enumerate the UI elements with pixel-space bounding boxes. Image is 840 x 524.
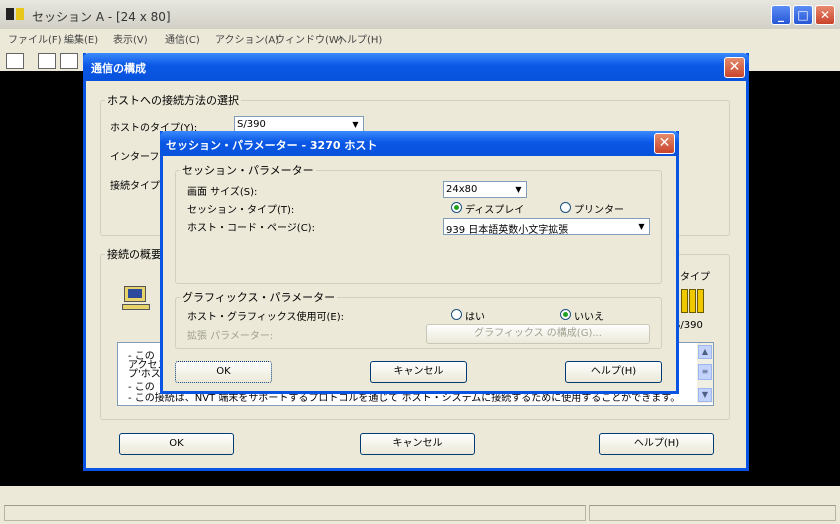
host-type-value: S/390 [237, 119, 266, 130]
screen-size-label: 画面 サイズ(S): [187, 187, 258, 198]
menu-view[interactable]: 表示(V) [113, 31, 148, 46]
menu-action[interactable]: アクション(A) [215, 31, 279, 46]
scroll-up-icon[interactable]: ▲ [698, 345, 712, 359]
status-cell-main [4, 505, 586, 521]
display-icon[interactable] [6, 53, 24, 69]
graphics-yes-radio[interactable] [451, 309, 462, 320]
window-close-button[interactable]: ✕ [815, 5, 835, 25]
menu-window[interactable]: ウィンドウ(W) [275, 31, 343, 46]
connection-type-label: 接続タイプ [110, 181, 160, 192]
session-params-close-button[interactable]: ✕ [654, 133, 675, 154]
chevron-down-icon: ▼ [635, 220, 648, 233]
session-params-title-bar: セッション・パラメーター - 3270 ホスト ✕ [160, 131, 679, 156]
screen-size-dropdown[interactable]: 24x80 ▼ [443, 181, 527, 198]
computer-icon [122, 286, 150, 312]
graphics-no-radio[interactable] [560, 309, 571, 320]
session-type-label: セッション・タイプ(T): [187, 205, 295, 216]
menu-communication[interactable]: 通信(C) [165, 31, 200, 46]
menu-edit[interactable]: 編集(E) [64, 31, 98, 46]
menu-bar: ファイル(F) 編集(E) 表示(V) 通信(C) アクション(A) ウィンドウ… [0, 29, 840, 47]
session-cancel-button[interactable]: キャンセル [370, 361, 467, 383]
code-page-dropdown[interactable]: 939 日本語英数小文字拡張 ▼ [443, 218, 650, 236]
connection-summary-legend: 接続の概要 [107, 248, 162, 261]
copy-icon[interactable] [38, 53, 56, 69]
graphics-yes-label[interactable]: はい [465, 308, 485, 323]
chevron-down-icon: ▼ [349, 118, 362, 131]
host-graphics-label: ホスト・グラフィックス使用可(E): [187, 312, 344, 323]
config-dialog-close-button[interactable]: ✕ [724, 57, 745, 78]
config-dialog-title-bar: 通信の構成 ✕ [83, 53, 749, 81]
session-params-legend: セッション・パラメーター [182, 164, 314, 177]
code-page-label: ホスト・コード・ページ(C): [187, 223, 315, 234]
configure-graphics-button[interactable]: グラフィックス の構成(G)... [426, 324, 650, 344]
host-connection-legend: ホストへの接続方法の選択 [107, 94, 239, 107]
scroll-down-icon[interactable]: ▼ [698, 388, 712, 402]
graphics-params-legend: グラフィックス・パラメーター [182, 291, 336, 304]
summary-type-label: タイプ [680, 272, 710, 283]
minimize-button[interactable]: _ [771, 5, 791, 25]
paste-icon[interactable] [60, 53, 78, 69]
menu-help[interactable]: ヘルプ(H) [337, 31, 382, 46]
printer-radio[interactable] [560, 202, 571, 213]
app-icon [6, 8, 26, 20]
session-help-button[interactable]: ヘルプ(H) [565, 361, 662, 383]
session-ok-button[interactable]: OK [175, 361, 272, 383]
ext-params-label: 拡張 パラメーター: [187, 331, 274, 342]
chevron-down-icon: ▼ [512, 183, 525, 196]
main-title-bar: セッション A - [24 x 80] _ □ ✕ [0, 0, 840, 30]
status-bar [0, 486, 840, 524]
screen-size-value: 24x80 [446, 184, 478, 195]
config-ok-button[interactable]: OK [119, 433, 234, 455]
maximize-button[interactable]: □ [793, 5, 813, 25]
menu-file[interactable]: ファイル(F) [8, 31, 62, 46]
display-radio-label[interactable]: ディスプレイ [465, 201, 524, 216]
config-cancel-button[interactable]: キャンセル [360, 433, 475, 455]
status-cell-right [589, 505, 836, 521]
config-dialog-title: 通信の構成 [91, 62, 146, 75]
graphics-no-label[interactable]: いいえ [574, 308, 604, 323]
display-radio[interactable] [451, 202, 462, 213]
host-system-icon [681, 289, 705, 313]
config-help-button[interactable]: ヘルプ(H) [599, 433, 714, 455]
window-title: セッション A - [24 x 80] [32, 10, 171, 24]
code-page-value: 939 日本語英数小文字拡張 [446, 225, 569, 236]
scroll-thumb[interactable]: ≡ [698, 364, 712, 380]
printer-radio-label[interactable]: プリンター [574, 201, 624, 216]
description-scrollbar[interactable]: ▲ ≡ ▼ [697, 343, 713, 403]
session-params-title: セッション・パラメーター - 3270 ホスト [166, 139, 378, 152]
